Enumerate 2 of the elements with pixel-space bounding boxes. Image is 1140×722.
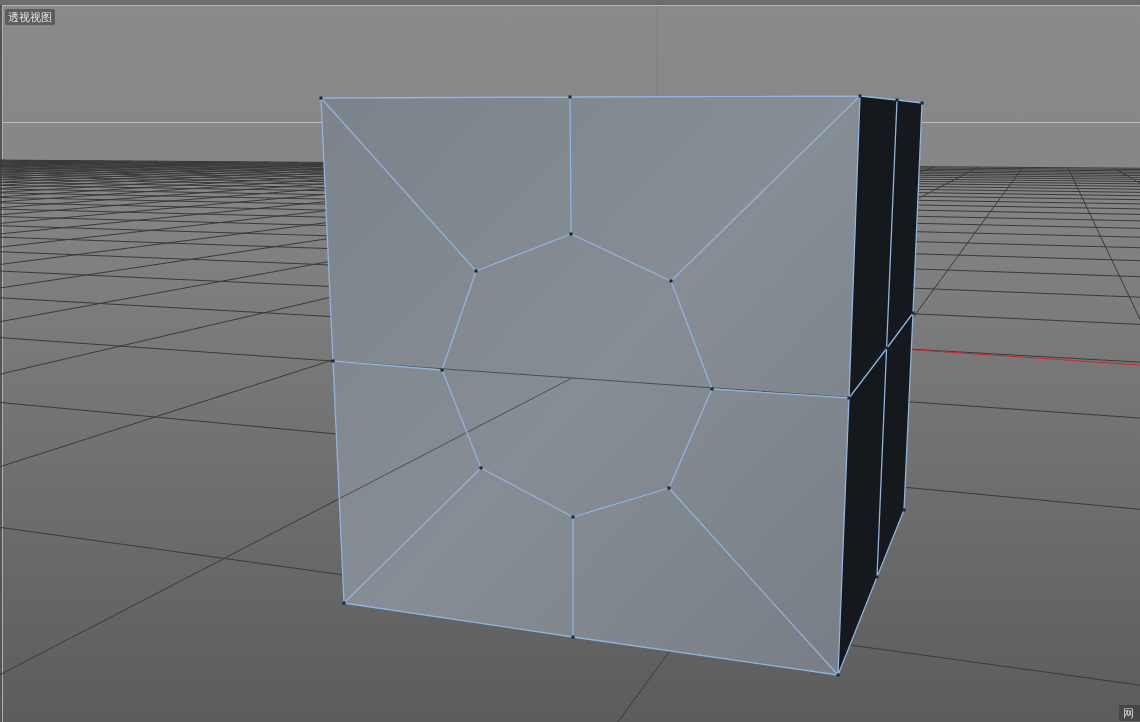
corner-label: 网 bbox=[1119, 705, 1140, 721]
view-name-label: 透视视图 bbox=[5, 9, 55, 25]
